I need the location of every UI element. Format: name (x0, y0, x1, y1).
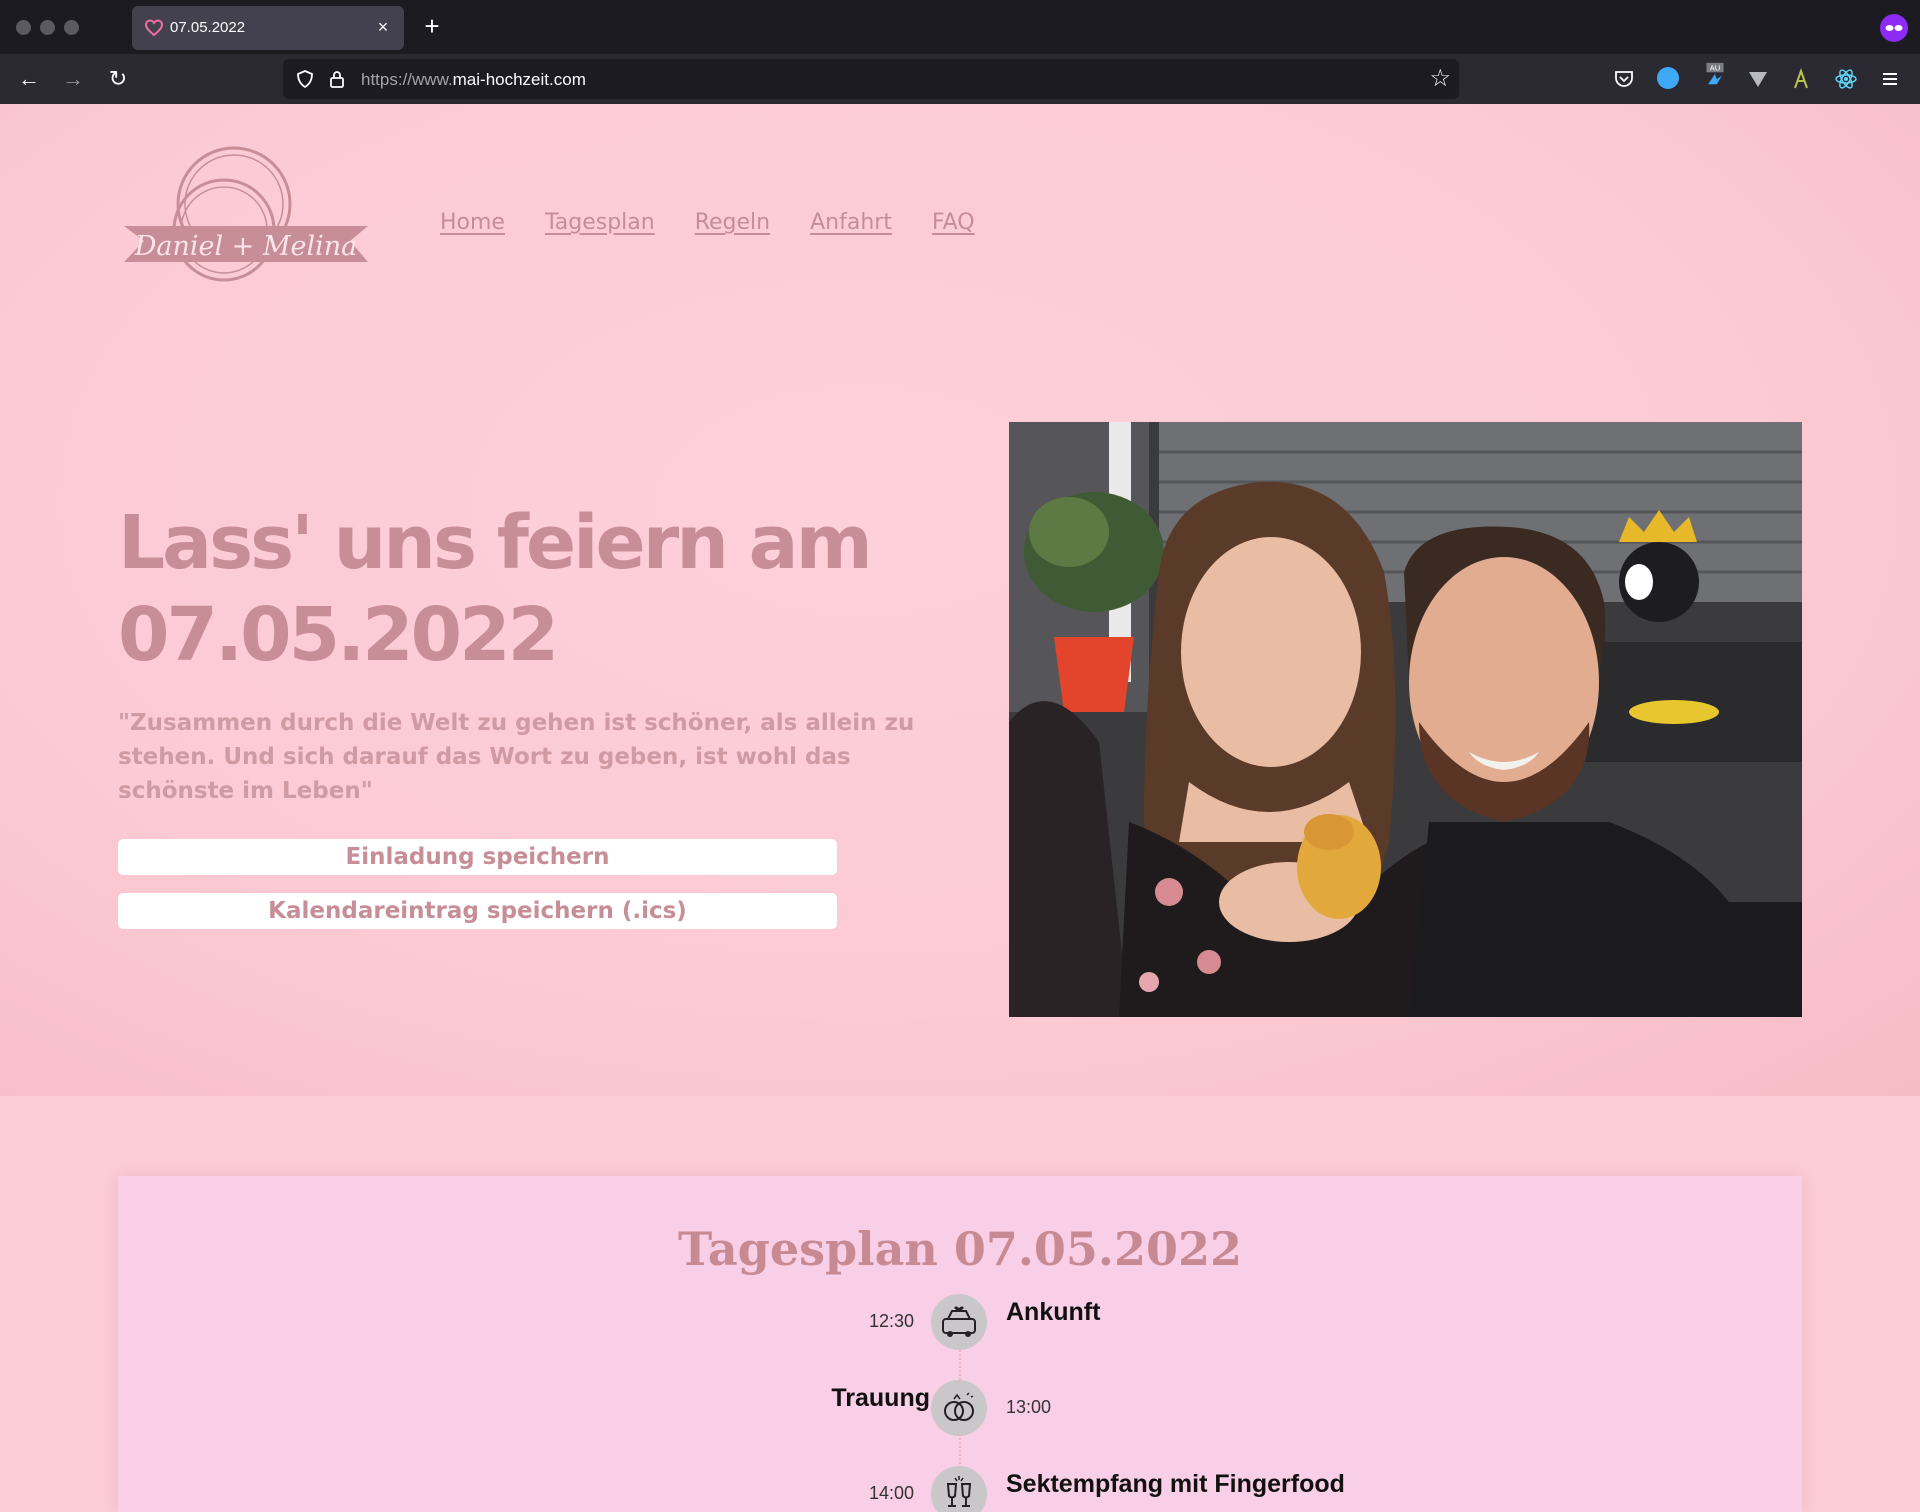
logo-text: Daniel + Melina (134, 231, 358, 262)
heart-favicon-icon (144, 19, 164, 37)
schedule-item-time: 14:00 (869, 1483, 915, 1503)
address-bar[interactable]: https://www.mai-hochzeit.com ☆ (283, 59, 1459, 99)
browser-tab-active[interactable]: 07.05.2022 × (132, 6, 404, 50)
wedding-rings-icon (931, 1380, 987, 1436)
url-domain: mai-hochzeit.com (452, 70, 586, 89)
nav-link-faq[interactable]: FAQ (932, 210, 975, 235)
schedule-item-title: Sektempfang mit Fingerfood (1006, 1470, 1345, 1498)
nav-link-anfahrt[interactable]: Anfahrt (810, 210, 892, 235)
schedule-item-title: Ankunft (1006, 1298, 1101, 1326)
svg-text:AU: AU (1710, 64, 1721, 73)
schedule-card: Tagesplan 07.05.2022 12:30 Ankunft Trauu… (118, 1176, 1802, 1512)
menu-icon[interactable] (1878, 67, 1902, 91)
shield-icon[interactable] (295, 69, 315, 89)
hero-quote: "Zusammen durch die Welt zu gehen ist sc… (118, 710, 915, 804)
tab-title: 07.05.2022 (170, 19, 246, 36)
couple-photo (1009, 422, 1802, 1017)
new-tab-button[interactable]: + (418, 12, 446, 40)
nav-link-home[interactable]: Home (440, 210, 505, 235)
reload-icon[interactable]: ↻ (103, 64, 133, 94)
browser-navbar: ← → ↻ https://www.mai-hochzeit.com ☆ AU (0, 54, 1920, 104)
extension-blue-icon[interactable] (1657, 67, 1679, 89)
headline-line-2: 07.05.2022 (118, 592, 559, 678)
champagne-toast-icon (931, 1466, 987, 1512)
browser-tabbar: 07.05.2022 × + (0, 0, 1920, 54)
back-arrow-icon[interactable]: ← (14, 64, 44, 94)
pocket-icon[interactable] (1612, 67, 1636, 91)
react-devtools-icon[interactable] (1834, 67, 1858, 91)
schedule-item-time: 12:30 (869, 1311, 915, 1331)
main-navigation: Home Tagesplan Regeln Anfahrt FAQ (440, 210, 975, 235)
window-close-control[interactable] (16, 20, 31, 35)
extension-a-icon[interactable] (1790, 67, 1814, 91)
schedule-title: Tagesplan 07.05.2022 (678, 1222, 1242, 1276)
save-calendar-button[interactable]: Kalendareintrag speichern (.ics) (118, 893, 837, 929)
page-content: Daniel + Melina Home Tagesplan Regeln An… (0, 104, 1920, 1512)
window-zoom-control[interactable] (64, 20, 79, 35)
private-mask-icon[interactable] (1880, 14, 1908, 42)
nav-link-tagesplan[interactable]: Tagesplan (545, 210, 655, 235)
tab-close-icon[interactable]: × (372, 16, 394, 38)
extension-v-icon[interactable] (1746, 67, 1770, 91)
window-minimize-control[interactable] (40, 20, 55, 35)
wedding-car-icon (931, 1294, 987, 1350)
site-logo[interactable]: Daniel + Melina (122, 144, 378, 300)
headline-line-1: Lass' uns feiern am (118, 500, 873, 586)
hero-section: Daniel + Melina Home Tagesplan Regeln An… (0, 104, 1920, 1096)
nav-link-regeln[interactable]: Regeln (695, 210, 770, 235)
url-text[interactable]: https://www.mai-hochzeit.com (361, 70, 586, 90)
hero-headline: Lass' uns feiern am 07.05.2022 (118, 497, 918, 681)
lock-icon[interactable] (327, 69, 347, 89)
url-prefix: https://www. (361, 70, 453, 89)
schedule-item-time: 13:00 (1006, 1397, 1052, 1417)
extension-au-icon[interactable]: AU (1703, 62, 1727, 86)
forward-arrow-icon[interactable]: → (58, 64, 88, 94)
bookmark-star-icon[interactable]: ☆ (1429, 65, 1451, 93)
schedule-item-title: Trauung (831, 1384, 930, 1412)
save-invitation-button[interactable]: Einladung speichern (118, 839, 837, 875)
